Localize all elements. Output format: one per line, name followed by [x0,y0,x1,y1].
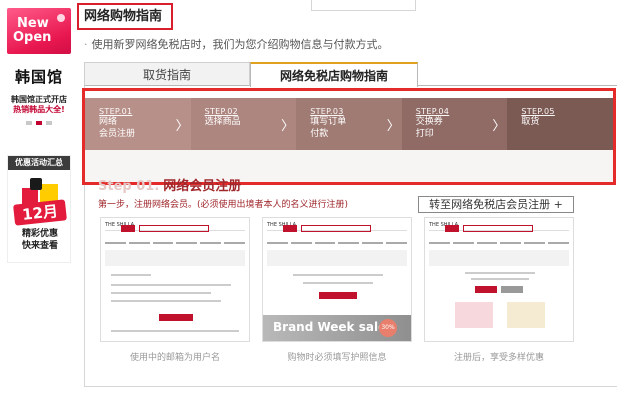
event-line2: 快来查看 [21,241,58,251]
korea-hall-title: 韩国馆 [14,68,63,86]
new-open-line1: New [17,16,49,31]
event-summary-banner[interactable]: 优惠活动汇总 12月 精彩优惠 快来查看 [7,155,71,263]
step-prefix: Step 01. [98,179,160,194]
carousel-dot[interactable] [46,121,52,125]
korea-hall-line1: 韩国馆正式开店 [11,95,67,104]
tab-shopping-guide[interactable]: 网络免税店购物指南 [250,62,418,87]
korea-hall-banner[interactable]: 韩国馆 韩国馆正式开店 热销韩品大全! [7,66,71,127]
new-open-banner[interactable]: New Open [7,8,71,54]
thumbnail-caption: 购物时必须填写护照信息 [287,353,387,363]
page-subtitle: · 使用新罗网络免税店时，我们为您介绍购物信息与付款方式。 [84,36,389,52]
korea-hall-line2: 热销韩品大全! [13,105,65,114]
thumbnail-caption: 使用中的邮箱为用户名 [129,353,220,363]
tab-pickup-guide[interactable]: 取货指南 [84,62,250,86]
left-sidebar: New Open 韩国馆 韩国馆正式开店 热销韩品大全! 优惠活动汇总 12月 … [7,8,71,263]
subtitle-text: 使用新罗网络免税店时，我们为您介绍购物信息与付款方式。 [91,38,389,51]
panel-bottom-border [84,386,617,387]
screenshot-thumbnail-register: THE SHILLA [100,217,250,342]
sale-badge: 30% [379,319,397,337]
event-header: 优惠活动汇总 [8,156,70,170]
step-section-title: Step 01. 网络会员注册 [98,175,241,194]
screenshot-thumbnail-passport: THE SHILLA Brand Week sale 30% [262,217,412,342]
decor-dot-icon [57,14,65,22]
screenshot-thumbnail-benefits: THE SHILLA [424,217,574,342]
event-month: 12月 [13,199,67,226]
brand-week-text: Brand Week sale [273,320,387,334]
carousel-dot[interactable] [26,121,32,125]
top-empty-box [311,0,416,11]
thumbnail-caption: 注册后，享受多样优惠 [453,353,544,363]
first-step-note: 第一步，注册网络会员。(必须使用出境者本人的名义进行注册) [98,200,349,210]
carousel-dots [7,121,71,127]
carousel-dot-active[interactable] [36,121,42,125]
guide-tabs: 取货指南 网络免税店购物指南 [84,62,617,87]
step-title-text: 网络会员注册 [163,179,242,194]
page-title: 网络购物指南 [77,3,173,30]
steps-highlight-frame [82,88,616,185]
bullet-icon: · [84,38,88,51]
new-open-line2: Open [13,30,52,45]
goto-member-register-button[interactable]: 转至网络免税店会员注册 + [418,196,574,213]
